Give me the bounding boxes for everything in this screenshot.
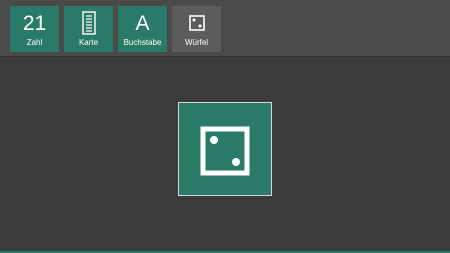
card-tile-label: Karte — [78, 38, 99, 47]
letter-tile-value: A — [135, 12, 150, 35]
letter-tile-label: Buchstabe — [123, 38, 162, 47]
dice-two-icon — [200, 126, 250, 176]
app-window: 21 Zahl Karte A Buchstabe Würfel — [0, 0, 450, 253]
dice-icon — [172, 11, 221, 37]
mode-letter-button[interactable]: A Buchstabe — [118, 6, 167, 52]
number-tile-value: 21 — [22, 12, 47, 35]
number-tile-label: Zahl — [26, 38, 43, 47]
mode-dice-button[interactable]: Würfel — [172, 6, 221, 52]
dice-tile-label: Würfel — [184, 38, 209, 47]
card-icon — [64, 11, 113, 37]
mode-number-button[interactable]: 21 Zahl — [10, 6, 59, 52]
result-display[interactable] — [178, 102, 272, 196]
mode-card-button[interactable]: Karte — [64, 6, 113, 52]
mode-toolbar: 21 Zahl Karte A Buchstabe Würfel — [0, 0, 450, 57]
